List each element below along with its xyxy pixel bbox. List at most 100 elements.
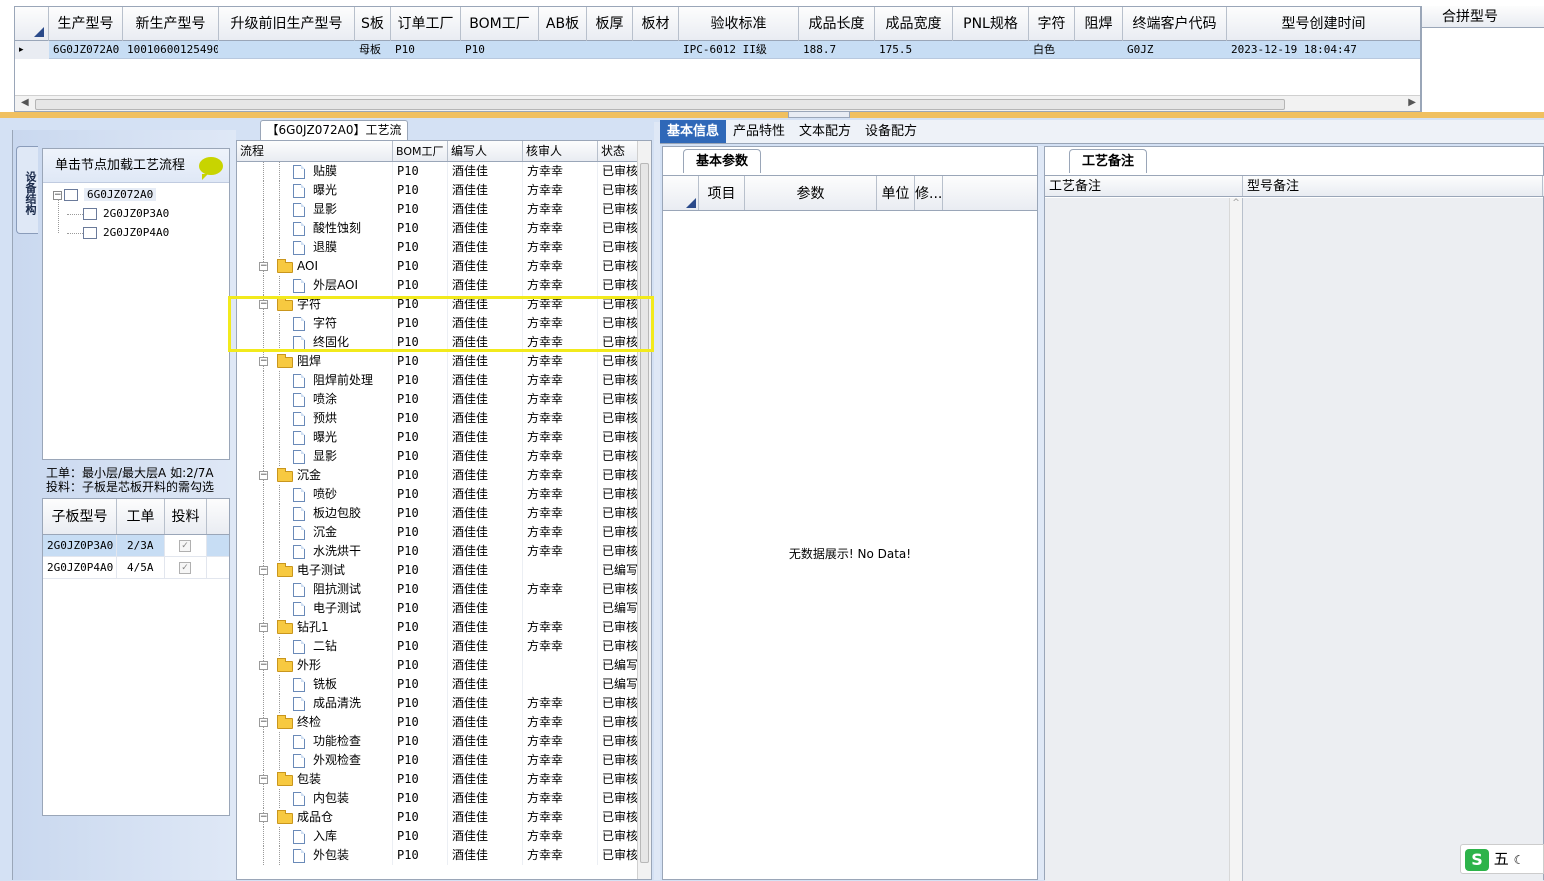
cell-bom-factory[interactable]: P10 xyxy=(393,751,448,770)
cell-writer[interactable]: 酒佳佳 xyxy=(448,732,523,751)
cell-reviewer[interactable]: 方幸幸 xyxy=(523,371,598,390)
cell-reviewer[interactable]: 方幸幸 xyxy=(523,751,598,770)
cell-bom-factory[interactable]: P10 xyxy=(393,238,448,257)
cell-bom-factory[interactable]: P10 xyxy=(461,41,539,59)
cell-status[interactable]: 已审核 xyxy=(598,485,639,504)
collapse-icon[interactable]: − xyxy=(259,566,268,575)
cell-writer[interactable]: 酒佳佳 xyxy=(448,428,523,447)
col-bom-factory[interactable]: BOM工厂 xyxy=(461,7,539,41)
process-group-row[interactable]: − 成品仓 P10 酒佳佳 方幸幸 已审核 xyxy=(237,808,639,827)
cell-writer[interactable]: 酒佳佳 xyxy=(448,447,523,466)
process-step-row[interactable]: 酸性蚀刻 P10 酒佳佳 方幸幸 已审核 xyxy=(237,219,639,238)
cell-flow[interactable]: 显影 xyxy=(237,447,393,466)
merge-model-header[interactable]: 合拼型号 xyxy=(1422,6,1544,28)
col-pnl-spec[interactable]: PNL规格 xyxy=(953,7,1029,41)
cell-status[interactable]: 已审核 xyxy=(598,732,639,751)
cell-flow[interactable]: 铣板 xyxy=(237,675,393,694)
process-step-row[interactable]: 水洗烘干 P10 酒佳佳 方幸幸 已审核 xyxy=(237,542,639,561)
cell-bom-factory[interactable]: P10 xyxy=(393,409,448,428)
process-step-row[interactable]: 曝光 P10 酒佳佳 方幸幸 已审核 xyxy=(237,181,639,200)
tab-product-features[interactable]: 产品特性 xyxy=(726,120,792,143)
tree-node-child[interactable]: 2G0JZ0P3A0 xyxy=(67,206,169,222)
table-row[interactable]: 2G0JZ0P3A0 2/3A ✓ xyxy=(43,535,229,557)
cell-status[interactable]: 已审核 xyxy=(598,238,639,257)
process-step-row[interactable]: 内包装 P10 酒佳佳 方幸幸 已审核 xyxy=(237,789,639,808)
cell-reviewer[interactable]: 方幸幸 xyxy=(523,238,598,257)
cell-flow[interactable]: 成品清洗 xyxy=(237,694,393,713)
cell-bom-factory[interactable]: P10 xyxy=(393,675,448,694)
cell-flow[interactable]: 沉金 xyxy=(237,523,393,542)
remark-scrollbar[interactable]: ^ xyxy=(1229,198,1242,881)
process-group-row[interactable]: − 阻焊 P10 酒佳佳 方幸幸 已审核 xyxy=(237,352,639,371)
cell-reviewer[interactable]: 方幸幸 xyxy=(523,447,598,466)
process-step-row[interactable]: 铣板 P10 酒佳佳 已编写 xyxy=(237,675,639,694)
cell-bom-factory[interactable]: P10 xyxy=(393,181,448,200)
cell-bom-factory[interactable]: P10 xyxy=(393,637,448,656)
cell-customer-code[interactable]: G0JZ xyxy=(1123,41,1227,59)
cell-flow[interactable]: 喷砂 xyxy=(237,485,393,504)
process-step-row[interactable]: 阻抗测试 P10 酒佳佳 方幸幸 已审核 xyxy=(237,580,639,599)
cell-bom-factory[interactable]: P10 xyxy=(393,580,448,599)
cell-s-board[interactable]: 母板 xyxy=(355,41,391,59)
cell-reviewer[interactable]: 方幸幸 xyxy=(523,257,598,276)
cell-reviewer[interactable]: 方幸幸 xyxy=(523,504,598,523)
cell-flow[interactable]: 外观检查 xyxy=(237,751,393,770)
process-step-row[interactable]: 入库 P10 酒佳佳 方幸幸 已审核 xyxy=(237,827,639,846)
col-work-order[interactable]: 工单 xyxy=(117,499,165,534)
col-new-production-model[interactable]: 新生产型号 xyxy=(123,7,219,41)
col-unit[interactable]: 单位 xyxy=(877,176,915,210)
col-item[interactable]: 项目 xyxy=(699,176,745,210)
cell-bom-factory[interactable]: P10 xyxy=(393,504,448,523)
cell-writer[interactable]: 酒佳佳 xyxy=(448,181,523,200)
col-solder-mask[interactable]: 阻焊 xyxy=(1075,7,1123,41)
process-group-row[interactable]: − 钻孔1 P10 酒佳佳 方幸幸 已审核 xyxy=(237,618,639,637)
cell-status[interactable]: 已审核 xyxy=(598,409,639,428)
cell-flow[interactable]: − 阻焊 xyxy=(237,352,393,371)
collapse-icon[interactable]: − xyxy=(259,661,268,670)
cell-length[interactable]: 188.7 xyxy=(799,41,875,59)
cell-acceptance-standard[interactable]: IPC-6012 II级 xyxy=(679,41,799,59)
cell-flow[interactable]: − 成品仓 xyxy=(237,808,393,827)
cell-status[interactable]: 已审核 xyxy=(598,162,639,181)
cell-reviewer[interactable]: 方幸幸 xyxy=(523,162,598,181)
model-remark-text[interactable] xyxy=(1243,198,1543,881)
cell-bom-factory[interactable]: P10 xyxy=(393,352,448,371)
cell-flow[interactable]: − 沉金 xyxy=(237,466,393,485)
cell-writer[interactable]: 酒佳佳 xyxy=(448,751,523,770)
cell-status[interactable]: 已审核 xyxy=(598,808,639,827)
cell-status[interactable]: 已审核 xyxy=(598,542,639,561)
cell-flow[interactable]: 外层AOI xyxy=(237,276,393,295)
collapse-icon[interactable]: − xyxy=(259,623,268,632)
cell-status[interactable]: 已审核 xyxy=(598,352,639,371)
cell-status[interactable]: 已审核 xyxy=(598,523,639,542)
tab-basic-params[interactable]: 基本参数 xyxy=(683,149,762,173)
cell-flow[interactable]: 预烘 xyxy=(237,409,393,428)
cell-status[interactable]: 已审核 xyxy=(598,466,639,485)
process-step-row[interactable]: 沉金 P10 酒佳佳 方幸幸 已审核 xyxy=(237,523,639,542)
cell-reviewer[interactable]: 方幸幸 xyxy=(523,466,598,485)
cell-reviewer[interactable] xyxy=(523,561,598,580)
process-step-row[interactable]: 电子测试 P10 酒佳佳 已编写 xyxy=(237,599,639,618)
ime-toolbar[interactable]: S 五 ☾ xyxy=(1460,844,1544,874)
cell-reviewer[interactable]: 方幸幸 xyxy=(523,770,598,789)
cell-flow[interactable]: − AOI xyxy=(237,257,393,276)
process-group-row[interactable]: − 包装 P10 酒佳佳 方幸幸 已审核 xyxy=(237,770,639,789)
col-production-model[interactable]: 生产型号 xyxy=(49,7,123,41)
cell-writer[interactable]: 酒佳佳 xyxy=(448,561,523,580)
cell-status[interactable]: 已审核 xyxy=(598,694,639,713)
cell-bom-factory[interactable]: P10 xyxy=(393,618,448,637)
cell-status[interactable]: 已审核 xyxy=(598,504,639,523)
cell-width[interactable]: 175.5 xyxy=(875,41,953,59)
tree-node-root[interactable]: −6G0JZ072A0 xyxy=(53,187,157,203)
cell-flow[interactable]: 退膜 xyxy=(237,238,393,257)
cell-flow[interactable]: 喷涂 xyxy=(237,390,393,409)
cell-bom-factory[interactable]: P10 xyxy=(393,428,448,447)
cell-status[interactable]: 已审核 xyxy=(598,428,639,447)
cell-bom-factory[interactable]: P10 xyxy=(393,770,448,789)
horizontal-splitter[interactable] xyxy=(0,112,1544,118)
cell-bom-factory[interactable]: P10 xyxy=(393,523,448,542)
cell-writer[interactable]: 酒佳佳 xyxy=(448,580,523,599)
col-width[interactable]: 成品宽度 xyxy=(875,7,953,41)
cell-bom-factory[interactable]: P10 xyxy=(393,542,448,561)
cell-status[interactable]: 已审核 xyxy=(598,827,639,846)
